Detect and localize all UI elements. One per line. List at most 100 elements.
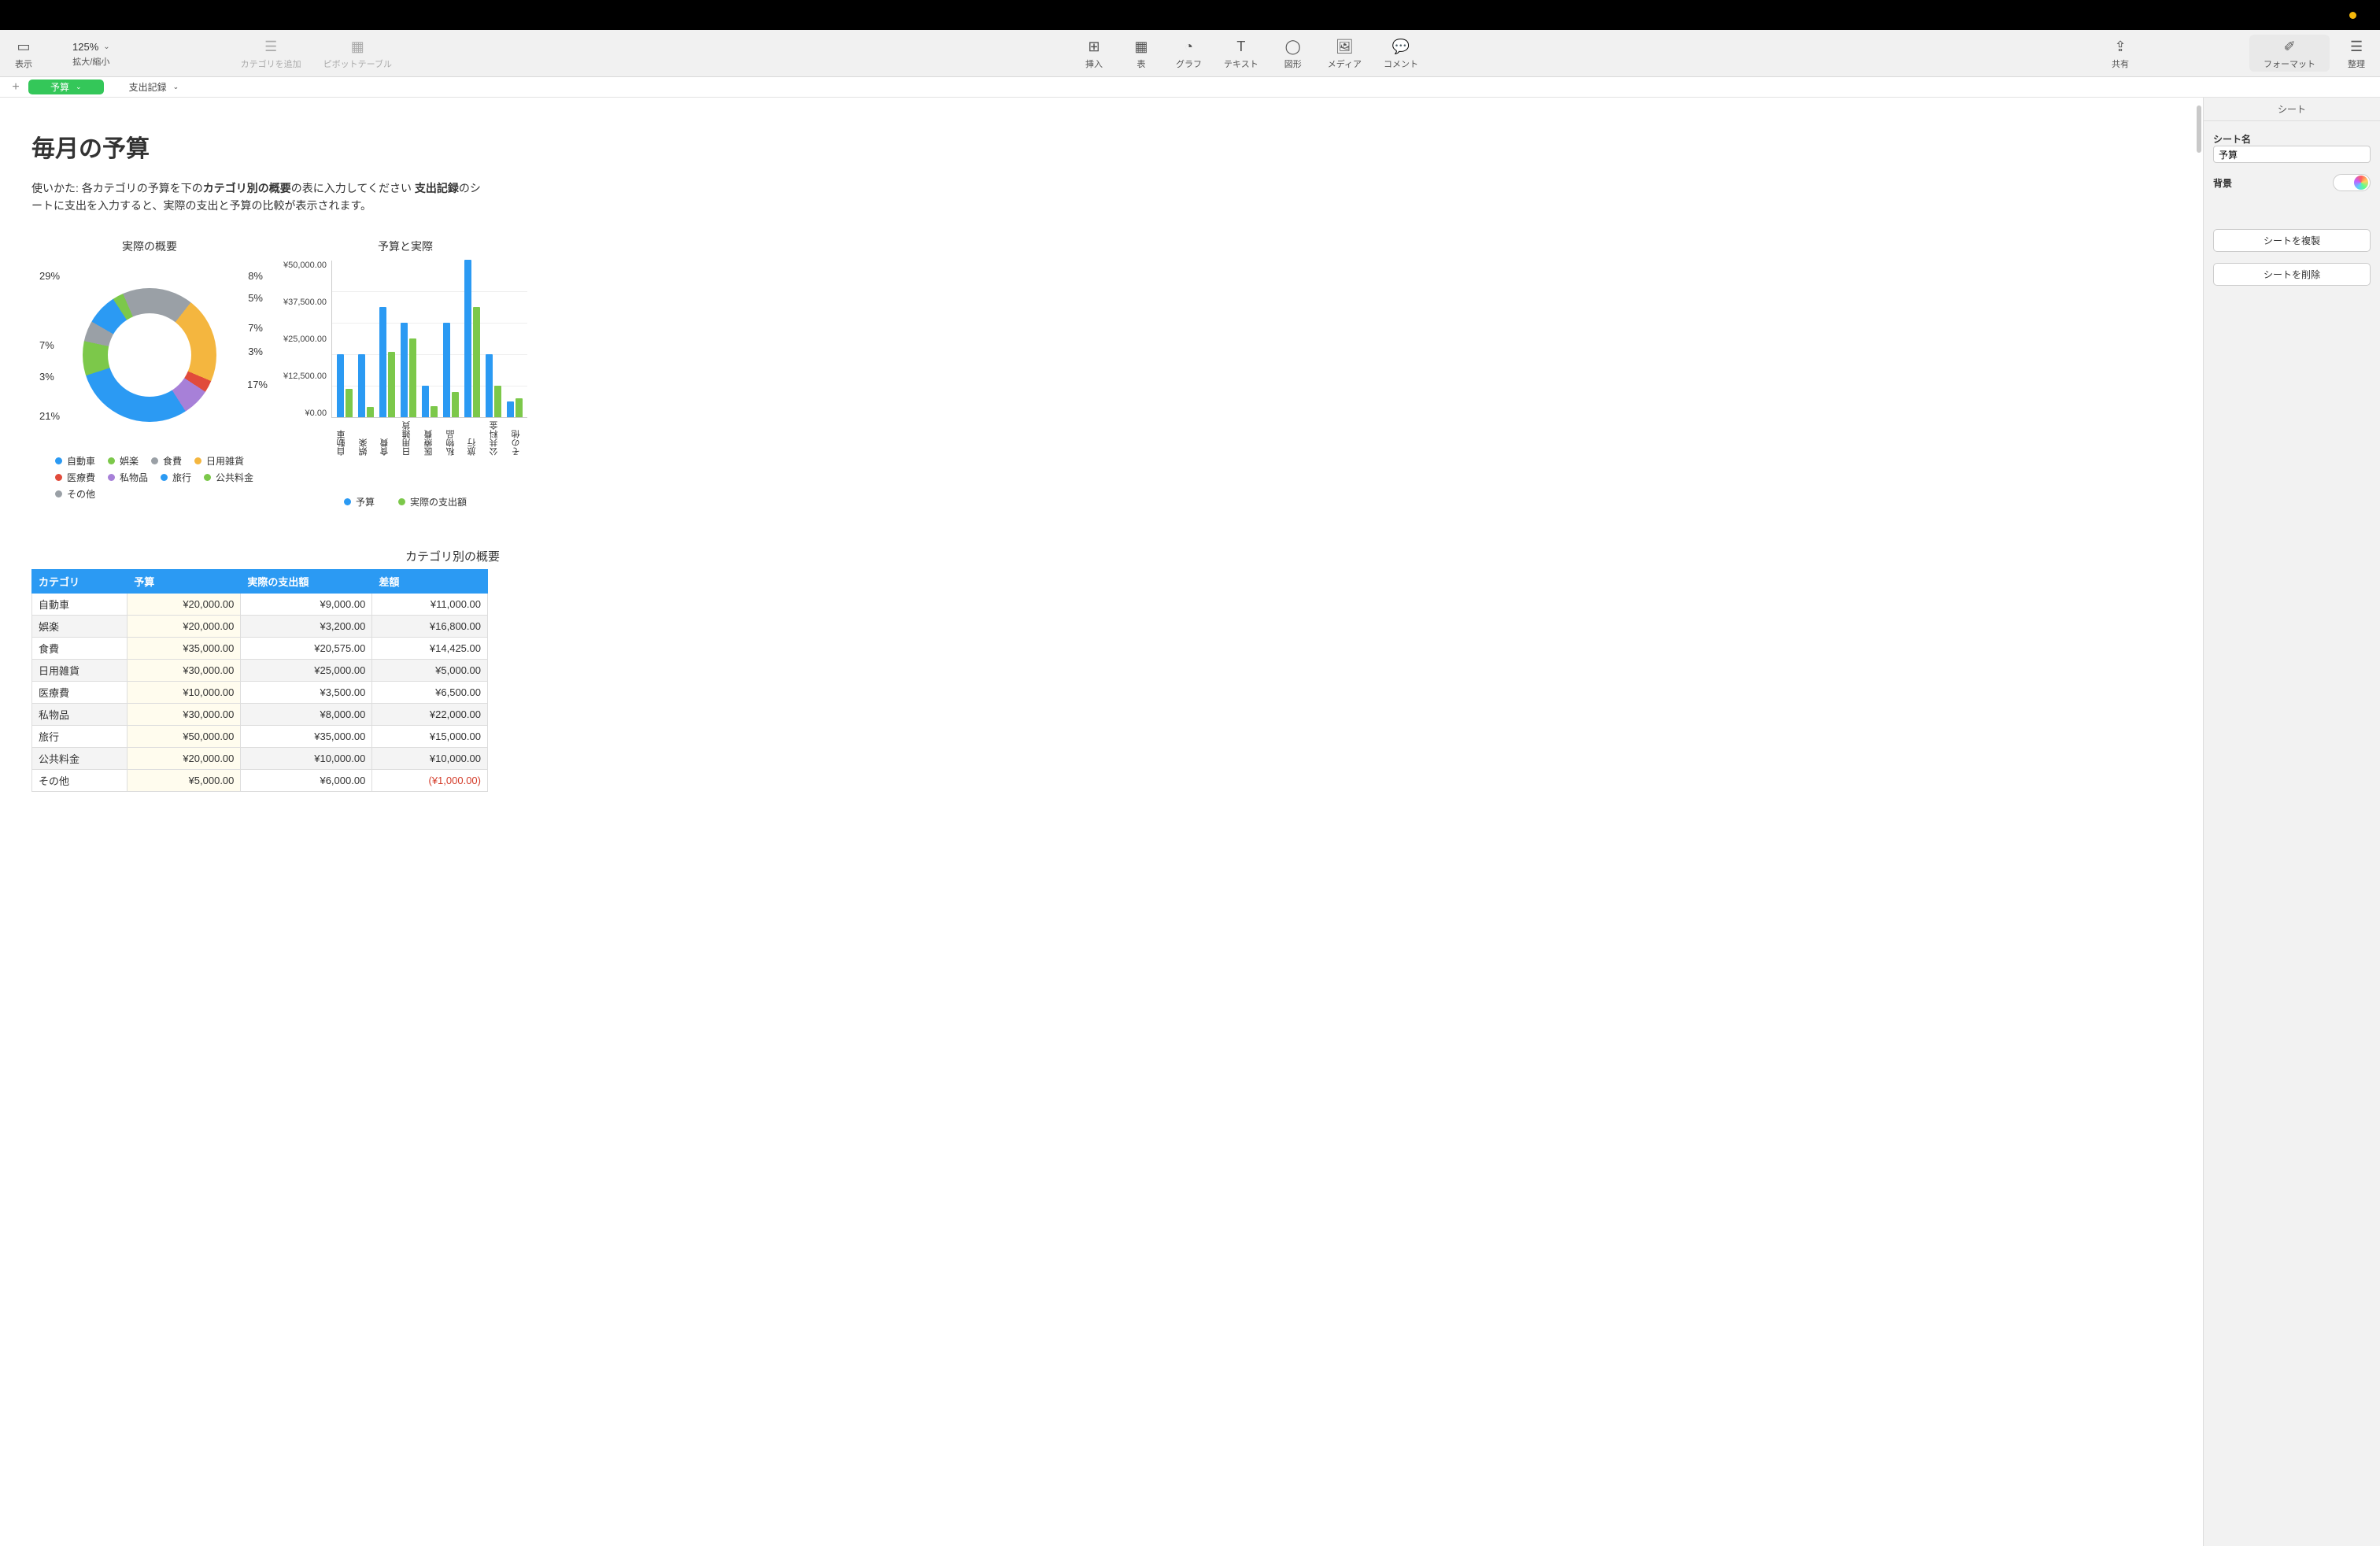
format-button[interactable]: ✐ フォーマット [2249,35,2330,72]
cell-diff[interactable]: ¥5,000.00 [372,659,488,681]
chart-button[interactable]: ◔ グラフ [1165,30,1213,76]
sheet-name-input[interactable] [2213,146,2371,163]
cell-actual[interactable]: ¥9,000.00 [241,593,372,615]
text-label: テキスト [1224,57,1258,70]
cell-budget[interactable]: ¥10,000.00 [128,681,241,703]
cell-category[interactable]: 食費 [32,637,128,659]
insert-label: 挿入 [1085,57,1103,70]
scrollbar-thumb[interactable] [2197,105,2201,153]
cell-diff[interactable]: ¥11,000.00 [372,593,488,615]
chart-label: グラフ [1176,57,1202,70]
bar [486,354,493,417]
chevron-down-icon: ⌄ [173,83,179,91]
cell-actual[interactable]: ¥3,500.00 [241,681,372,703]
zoom-value: 125% [72,41,98,53]
table-row[interactable]: 娯楽¥20,000.00¥3,200.00¥16,800.00 [32,615,488,637]
sheet-tab-spending[interactable]: 支出記録 ⌄ [107,77,201,97]
swatch-icon [204,474,211,481]
bar [431,406,438,417]
comment-button[interactable]: 💬 コメント [1373,30,1429,76]
cell-actual[interactable]: ¥10,000.00 [241,747,372,769]
organize-button[interactable]: ☰ 整理 [2333,30,2380,76]
cell-category[interactable]: 娯楽 [32,615,128,637]
bar-group [464,260,481,417]
background-toggle[interactable] [2333,174,2371,191]
table-row[interactable]: 食費¥35,000.00¥20,575.00¥14,425.00 [32,637,488,659]
table-row[interactable]: 日用雑貨¥30,000.00¥25,000.00¥5,000.00 [32,659,488,681]
donut-chart-title: 実際の概要 [31,239,268,254]
cell-budget[interactable]: ¥20,000.00 [128,747,241,769]
view-button[interactable]: ▭ 表示 [0,30,47,76]
add-category-button[interactable]: ☰ カテゴリを追加 [230,30,312,76]
media-button[interactable]: 🖼 メディア [1317,30,1373,76]
add-sheet-button[interactable]: + [6,77,25,97]
add-category-label: カテゴリを追加 [241,57,301,70]
cell-category[interactable]: 私物品 [32,703,128,725]
text-button[interactable]: T テキスト [1213,30,1269,76]
cell-diff[interactable]: ¥10,000.00 [372,747,488,769]
column-header[interactable]: 差額 [372,569,488,593]
shape-button[interactable]: ◯ 図形 [1269,30,1317,76]
cell-category[interactable]: その他 [32,769,128,791]
cell-budget[interactable]: ¥5,000.00 [128,769,241,791]
window-dot-icon [2349,12,2356,19]
bar [346,389,353,417]
summary-table[interactable]: カテゴリ予算実際の支出額差額 自動車¥20,000.00¥9,000.00¥11… [31,569,488,792]
delete-sheet-button[interactable]: シートを削除 [2213,263,2371,286]
instructions-text: 使いかた: 各カテゴリの予算を下のカテゴリ別の概要の表に入力してください 支出記… [31,179,488,215]
cell-diff[interactable]: ¥22,000.00 [372,703,488,725]
cell-category[interactable]: 旅行 [32,725,128,747]
bar [401,323,408,417]
cell-diff[interactable]: ¥15,000.00 [372,725,488,747]
cell-budget[interactable]: ¥35,000.00 [128,637,241,659]
cell-diff[interactable]: ¥6,500.00 [372,681,488,703]
cell-diff[interactable]: ¥16,800.00 [372,615,488,637]
cell-actual[interactable]: ¥6,000.00 [241,769,372,791]
inspector-tab[interactable]: シート [2204,98,2380,121]
pivot-button[interactable]: ▦ ピボットテーブル [312,30,403,76]
donut-chart[interactable]: 実際の概要 29% 7% 3% 21% 8% 5% 7% 3% 17% 自動車娯… [31,239,268,509]
cell-actual[interactable]: ¥35,000.00 [241,725,372,747]
table-row[interactable]: 自動車¥20,000.00¥9,000.00¥11,000.00 [32,593,488,615]
cell-category[interactable]: 日用雑貨 [32,659,128,681]
swatch-icon [55,474,62,481]
table-row[interactable]: 私物品¥30,000.00¥8,000.00¥22,000.00 [32,703,488,725]
column-header[interactable]: カテゴリ [32,569,128,593]
bar-groups [332,261,527,417]
cell-actual[interactable]: ¥25,000.00 [241,659,372,681]
legend-label: 公共料金 [216,471,253,484]
cell-diff[interactable]: (¥1,000.00) [372,769,488,791]
shape-label: 図形 [1284,57,1302,70]
insert-button[interactable]: ⊞ 挿入 [1070,30,1118,76]
cell-actual[interactable]: ¥20,575.00 [241,637,372,659]
table-row[interactable]: 公共料金¥20,000.00¥10,000.00¥10,000.00 [32,747,488,769]
table-row[interactable]: 旅行¥50,000.00¥35,000.00¥15,000.00 [32,725,488,747]
legend-item: その他 [55,487,95,501]
cell-category[interactable]: 公共料金 [32,747,128,769]
cell-category[interactable]: 自動車 [32,593,128,615]
x-tick-label: 日用雑貨 [401,421,413,456]
bar [409,338,416,417]
cell-budget[interactable]: ¥20,000.00 [128,615,241,637]
legend-item: 自動車 [55,454,95,468]
share-button[interactable]: ⇪ 共有 [2097,30,2144,76]
column-header[interactable]: 実際の支出額 [241,569,372,593]
cell-actual[interactable]: ¥3,200.00 [241,615,372,637]
cell-actual[interactable]: ¥8,000.00 [241,703,372,725]
table-button[interactable]: ▦ 表 [1118,30,1165,76]
table-row[interactable]: その他¥5,000.00¥6,000.00(¥1,000.00) [32,769,488,791]
cell-category[interactable]: 医療費 [32,681,128,703]
cell-budget[interactable]: ¥30,000.00 [128,659,241,681]
view-label: 表示 [15,57,32,70]
canvas-area[interactable]: 毎月の予算 使いかた: 各カテゴリの予算を下のカテゴリ別の概要の表に入力してくだ… [0,98,2203,1546]
cell-budget[interactable]: ¥20,000.00 [128,593,241,615]
cell-budget[interactable]: ¥50,000.00 [128,725,241,747]
cell-budget[interactable]: ¥30,000.00 [128,703,241,725]
table-row[interactable]: 医療費¥10,000.00¥3,500.00¥6,500.00 [32,681,488,703]
cell-diff[interactable]: ¥14,425.00 [372,637,488,659]
bar-chart[interactable]: 予算と実際 ¥50,000.00¥37,500.00¥25,000.00¥12,… [283,239,527,509]
sheet-tab-budget[interactable]: 予算 ⌄ [28,80,104,94]
column-header[interactable]: 予算 [128,569,241,593]
zoom-control[interactable]: 125%⌄ 拡大/縮小 [47,30,135,76]
duplicate-sheet-button[interactable]: シートを複製 [2213,229,2371,252]
